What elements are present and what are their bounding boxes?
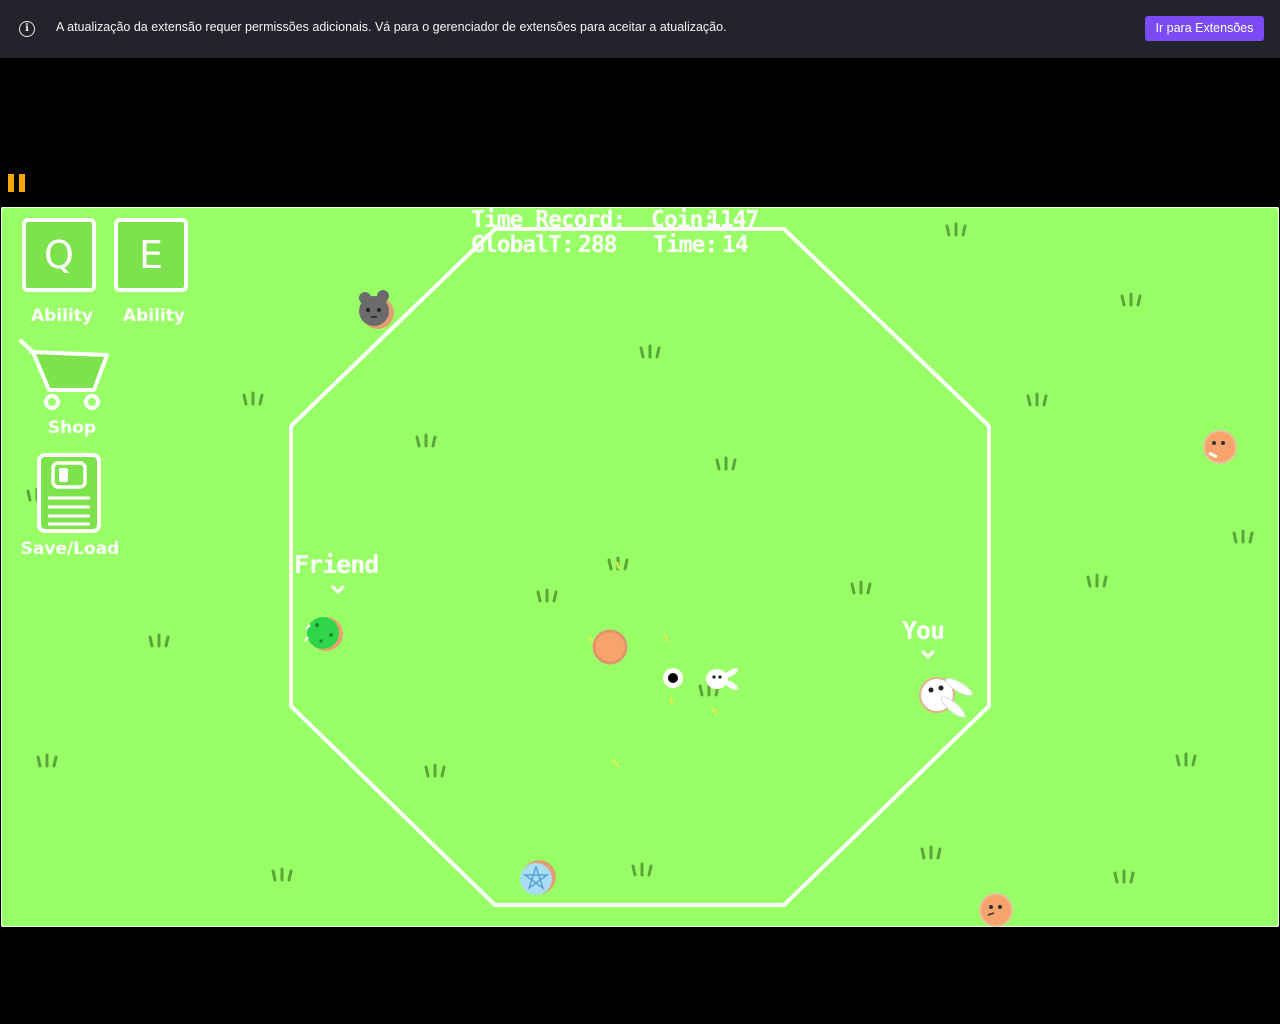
q-ability-label: Ability (30, 306, 93, 326)
time-label: Time: (653, 232, 718, 258)
banner-message: A atualização da extensão requer permiss… (56, 20, 727, 34)
game-canvas[interactable]: Q E Ability Ability Shop Save/Load Time … (1, 207, 1279, 927)
time-value: 14 (722, 232, 749, 258)
saveload-label[interactable]: Save/Load (20, 539, 120, 559)
friend-label: Friend (294, 550, 379, 579)
shop-label[interactable]: Shop (32, 418, 112, 438)
orange-face-enemy-2 (979, 893, 1013, 927)
coin-label: Coin: (651, 207, 716, 233)
you-label: You (902, 616, 945, 645)
q-ability-key[interactable]: Q (22, 218, 96, 292)
go-to-extensions-button[interactable]: Ir para Extensões (1145, 16, 1264, 41)
save-load-icon[interactable] (37, 453, 101, 533)
orange-orb-enemy (592, 629, 628, 665)
global-time-value: 288 (578, 232, 618, 258)
pause-icon[interactable] (8, 174, 26, 192)
e-ability-key[interactable]: E (114, 218, 188, 292)
global-time-label: GlobalT: (471, 232, 575, 258)
e-ability-label: Ability (122, 306, 185, 326)
extension-update-banner: i A atualização da extensão requer permi… (0, 0, 1280, 58)
coin-value: 1147 (707, 207, 759, 233)
info-icon: i (19, 21, 35, 37)
time-record-label: Time Record: (471, 207, 626, 233)
orange-face-enemy (1203, 430, 1237, 464)
